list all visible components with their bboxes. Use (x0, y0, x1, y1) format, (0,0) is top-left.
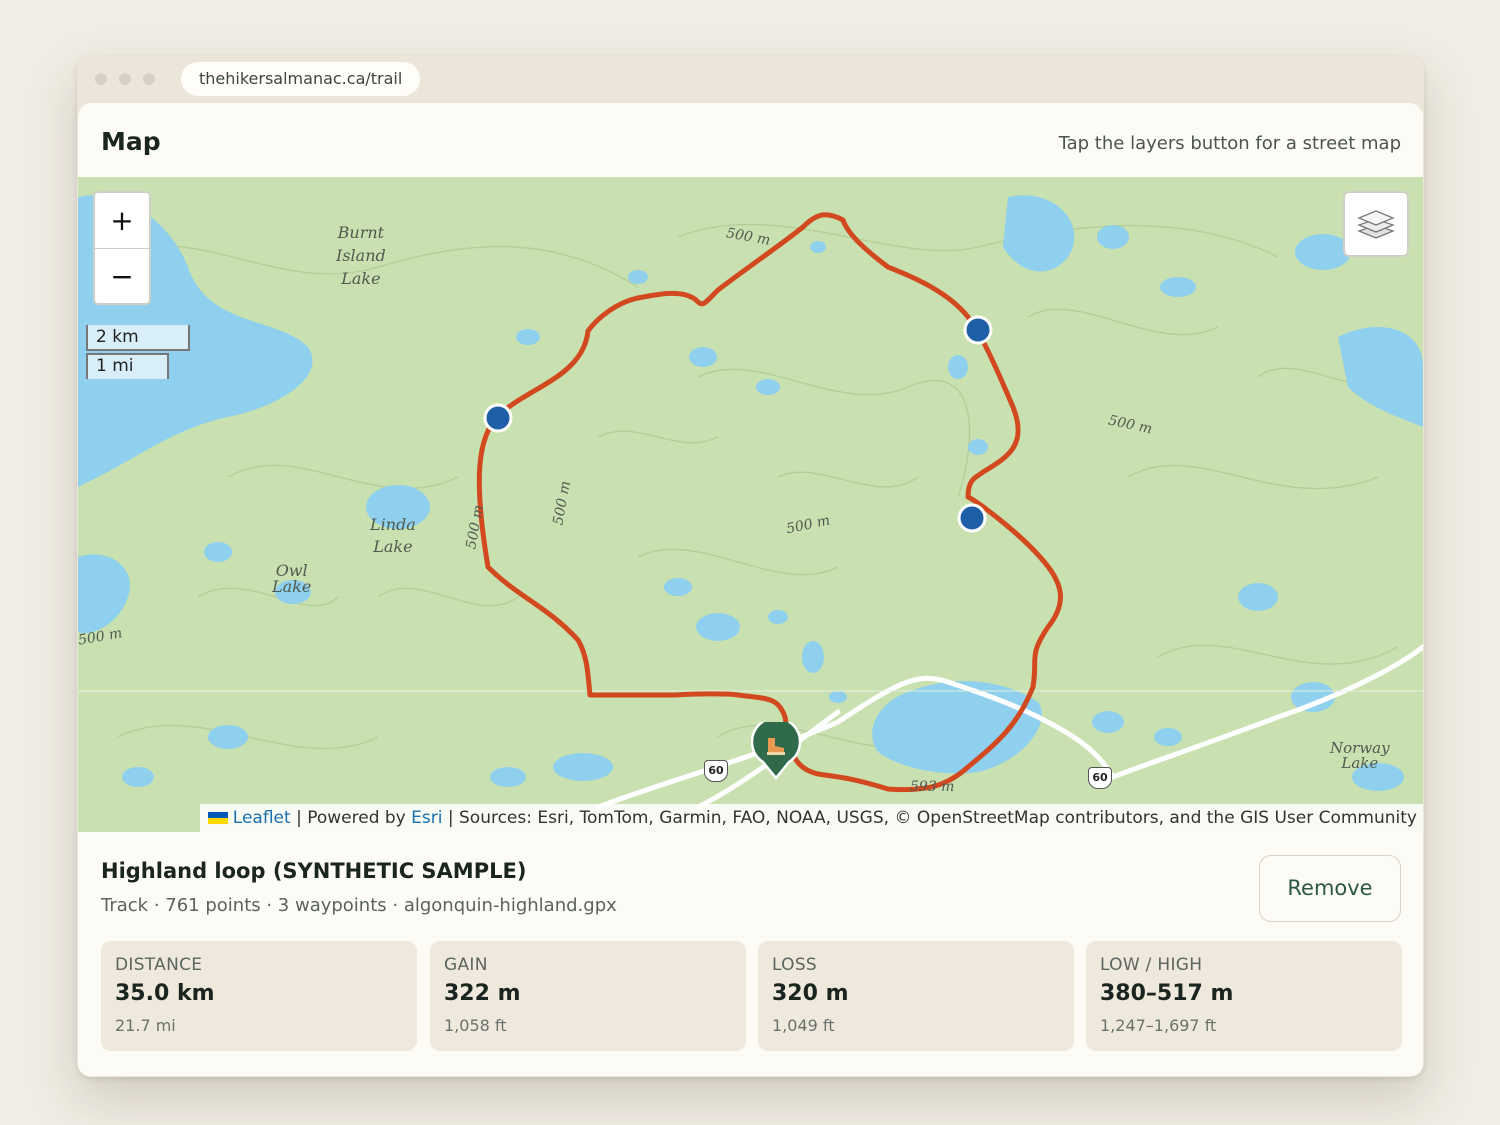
waypoint-marker[interactable] (956, 502, 988, 534)
label-peak-elevation: 593 m (910, 779, 955, 795)
stat-subvalue: 1,058 ft (444, 1016, 507, 1035)
label-line: Lake (373, 537, 413, 556)
label-line: Island (336, 246, 386, 265)
stat-value: 322 m (444, 981, 521, 1006)
label-line: Lake (272, 577, 312, 596)
stat-low-high: LOW / HIGH 380–517 m 1,247–1,697 ft (1086, 941, 1402, 1051)
stat-subvalue: 21.7 mi (115, 1016, 176, 1035)
esri-link[interactable]: Esri (411, 808, 442, 828)
browser-window: thehikersalmanac.ca/trail Map Tap the la… (77, 56, 1424, 1077)
label-burnt-island-lake: Burnt Island Lake (336, 221, 386, 290)
zoom-out-button[interactable]: − (95, 249, 149, 304)
scale-bar-imperial: 1 mi (86, 353, 169, 379)
label-line: Linda (370, 515, 416, 534)
map-card: Map Tap the layers button for a street m… (78, 103, 1423, 1076)
attribution-text: | Powered by (290, 808, 412, 828)
leaflet-link[interactable]: Leaflet (233, 808, 291, 828)
label-line: Lake (1341, 754, 1379, 772)
zoom-in-button[interactable]: + (95, 193, 149, 249)
label-linda-lake: Linda Lake (370, 514, 416, 558)
stat-value: 380–517 m (1100, 981, 1234, 1006)
highway-shield: 60 (704, 760, 728, 782)
window-close-dot[interactable] (95, 73, 107, 85)
label-owl-lake: Owl Lake (272, 563, 311, 595)
address-bar[interactable]: thehikersalmanac.ca/trail (181, 62, 421, 96)
trail-map[interactable]: Burnt Island Lake Linda Lake Owl Lake No… (78, 177, 1423, 832)
stat-subvalue: 1,049 ft (772, 1016, 835, 1035)
label-norway-lake: Norway Lake (1330, 741, 1390, 771)
waypoint-marker[interactable] (962, 314, 994, 346)
window-minimize-dot[interactable] (119, 73, 131, 85)
stat-value: 35.0 km (115, 981, 215, 1006)
track-meta: Track · 761 points · 3 waypoints · algon… (101, 895, 617, 916)
label-line: Burnt (337, 223, 385, 242)
map-attribution: Leaflet | Powered by Esri | Sources: Esr… (199, 804, 1423, 832)
stat-loss: LOSS 320 m 1,049 ft (758, 941, 1074, 1051)
stat-label: GAIN (444, 955, 488, 975)
title-bar: thehikersalmanac.ca/trail (77, 56, 1424, 104)
track-title: Highland loop (SYNTHETIC SAMPLE) (101, 859, 527, 883)
attribution-sources: | Sources: Esri, TomTom, Garmin, FAO, NO… (442, 808, 1417, 828)
label-line: Lake (341, 269, 381, 288)
stat-label: LOW / HIGH (1100, 955, 1203, 975)
stat-gain: GAIN 322 m 1,058 ft (430, 941, 746, 1051)
layers-icon (1357, 210, 1395, 239)
stat-label: DISTANCE (115, 955, 203, 975)
highway-shield: 60 (1088, 767, 1112, 789)
scale-bar-metric: 2 km (86, 325, 190, 351)
ukraine-flag-icon (207, 812, 228, 824)
stat-distance: DISTANCE 35.0 km 21.7 mi (101, 941, 417, 1051)
layers-button[interactable] (1343, 191, 1409, 257)
remove-button[interactable]: Remove (1259, 855, 1401, 922)
card-title: Map (101, 127, 161, 156)
stat-subvalue: 1,247–1,697 ft (1100, 1016, 1217, 1035)
waypoint-marker[interactable] (482, 402, 514, 434)
zoom-control: + − (93, 191, 151, 305)
window-maximize-dot[interactable] (143, 73, 155, 85)
card-hint: Tap the layers button for a street map (1058, 133, 1401, 154)
stat-value: 320 m (772, 981, 849, 1006)
trailhead-boot-icon[interactable] (751, 722, 801, 780)
stat-label: LOSS (772, 955, 818, 975)
